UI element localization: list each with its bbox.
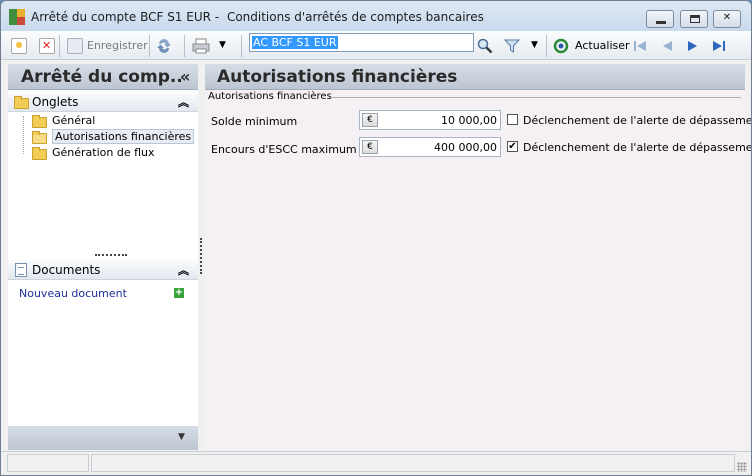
minimize-icon <box>656 21 666 24</box>
documents-label: Documents <box>32 263 101 277</box>
status-cell <box>91 454 735 472</box>
app-icon <box>9 9 25 25</box>
search-input[interactable]: AC BCF S1 EUR <box>249 33 474 52</box>
maximize-icon <box>690 15 700 23</box>
folder-icon <box>32 115 47 128</box>
status-bar <box>1 451 751 475</box>
fieldset-legend: Autorisations financières <box>208 91 332 102</box>
folder-icon <box>14 96 29 109</box>
navigation-panel-footer: ▼ <box>8 426 198 450</box>
save-icon[interactable] <box>67 38 83 54</box>
print-dropdown-icon[interactable]: ▼ <box>219 40 226 50</box>
solde-minimum-alert-label: Déclenchement de l'alerte de dépassement <box>523 114 752 127</box>
content-header: Autorisations financières <box>205 64 745 90</box>
encours-escc-alert-label: Déclenchement de l'alerte de dépassement <box>523 141 752 154</box>
application-window: Arrêté du compte BCF S1 EUR - Conditions… <box>0 0 752 476</box>
toolbar: ✕ Enregistrer ▼ AC BCF S1 EUR ▼ Actualis… <box>1 31 751 60</box>
navigation-panel-header: Arrêté du comp.. « <box>8 64 198 90</box>
save-button[interactable]: Enregistrer <box>87 39 148 52</box>
tab-generation-de-flux-label: Génération de flux <box>52 146 155 159</box>
title-bar: Arrêté du compte BCF S1 EUR - Conditions… <box>1 1 751 31</box>
last-icon[interactable] <box>711 38 727 54</box>
collapse-panel-button[interactable]: « <box>180 67 190 86</box>
solde-minimum-label: Solde minimum <box>211 115 298 128</box>
status-cell <box>7 454 89 472</box>
close-button[interactable]: ✕ <box>713 10 741 28</box>
toolbar-separator <box>59 35 60 57</box>
close-icon: ✕ <box>722 12 732 23</box>
solde-minimum-field[interactable]: € 10 000,00 <box>359 110 501 130</box>
encours-escc-field[interactable]: € 400 000,00 <box>359 137 501 157</box>
document-icon <box>15 263 27 277</box>
vertical-splitter[interactable] <box>200 238 202 274</box>
new-document-link[interactable]: Nouveau document <box>19 287 127 300</box>
collapse-chevron-icon[interactable]: ︽ <box>178 262 189 278</box>
toolbar-separator <box>184 35 185 57</box>
delete-icon[interactable]: ✕ <box>39 38 55 54</box>
collapse-chevron-icon[interactable]: ︽ <box>178 94 189 110</box>
encours-escc-alert-checkbox[interactable]: ✔ <box>507 141 518 152</box>
fieldset-divider <box>329 97 741 98</box>
toolbar-separator <box>149 35 150 57</box>
onglets-label: Onglets <box>32 95 79 109</box>
toolbar-separator <box>241 35 242 57</box>
maximize-button[interactable] <box>680 10 708 28</box>
content-panel: Autorisations financières Autorisations … <box>205 64 751 450</box>
add-icon[interactable]: + <box>174 288 184 298</box>
folder-icon <box>32 147 47 160</box>
navigation-panel-title: Arrêté du comp.. <box>21 67 183 87</box>
solde-minimum-alert-checkbox[interactable] <box>507 114 518 125</box>
tree-connector <box>23 116 24 154</box>
search-input-value: AC BCF S1 EUR <box>252 36 338 49</box>
navigation-panel: Arrêté du comp.. « Onglets ︽ Général Aut… <box>8 64 198 450</box>
tab-general-label: Général <box>52 114 96 127</box>
previous-icon[interactable] <box>659 38 675 54</box>
onglets-group-header[interactable]: Onglets ︽ <box>8 92 198 112</box>
toolbar-separator <box>546 35 547 57</box>
documents-group-header[interactable]: Documents ︽ <box>8 260 198 280</box>
page-title: Autorisations financières <box>217 67 458 87</box>
tab-autorisations-financieres-label: Autorisations financières <box>52 129 195 144</box>
encours-escc-value: 400 000,00 <box>434 141 497 154</box>
sync-icon[interactable] <box>156 38 172 54</box>
window-title-module: Conditions d'arrêtés de comptes bancaire… <box>226 10 484 24</box>
print-icon[interactable] <box>192 38 210 54</box>
window-title-record: Arrêté du compte BCF S1 EUR - <box>31 10 220 24</box>
window-title: Arrêté du compte BCF S1 EUR - Conditions… <box>31 10 484 24</box>
open-folder-icon <box>32 131 47 144</box>
refresh-button[interactable]: Actualiser <box>575 39 630 52</box>
filter-icon[interactable] <box>503 38 521 54</box>
resize-grip-icon[interactable] <box>737 462 747 472</box>
euro-icon[interactable]: € <box>362 140 378 154</box>
chevron-down-icon[interactable]: ▼ <box>178 432 185 442</box>
refresh-icon[interactable] <box>553 38 569 54</box>
panel-splitter[interactable] <box>95 254 127 256</box>
minimize-button[interactable] <box>646 10 674 28</box>
euro-icon[interactable]: € <box>362 113 378 127</box>
new-icon[interactable] <box>11 38 27 54</box>
first-icon[interactable] <box>632 38 648 54</box>
filter-dropdown-icon[interactable]: ▼ <box>531 40 538 50</box>
next-icon[interactable] <box>685 38 701 54</box>
search-icon[interactable] <box>477 38 493 54</box>
encours-escc-label: Encours d'ESCC maximum <box>211 143 357 156</box>
solde-minimum-value: 10 000,00 <box>441 114 497 127</box>
